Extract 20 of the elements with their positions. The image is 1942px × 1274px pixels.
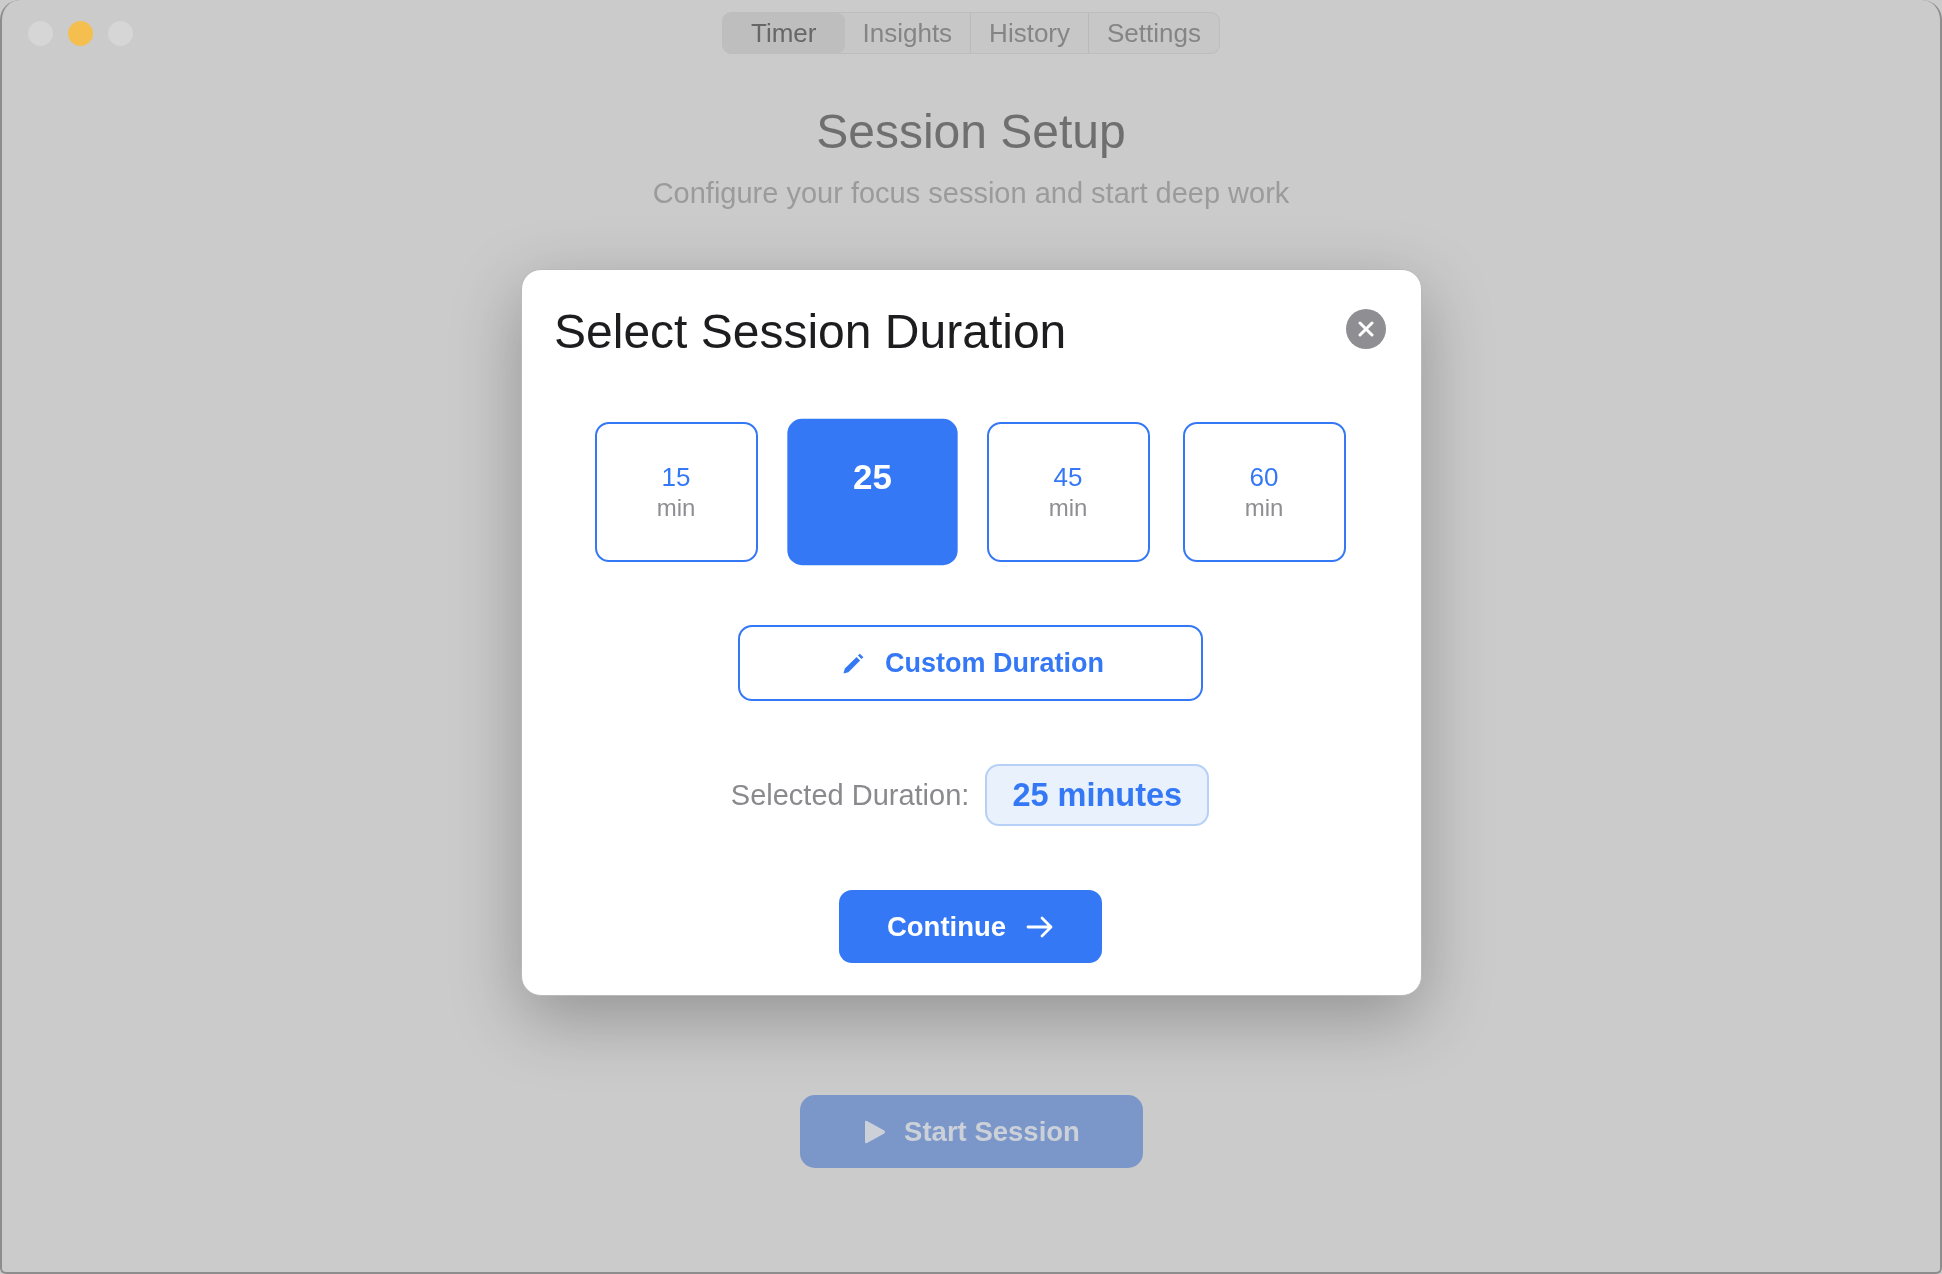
page-title: Session Setup — [816, 104, 1126, 160]
duration-option[interactable]: 45 min — [986, 422, 1150, 562]
duration-option[interactable]: 60 min — [1182, 422, 1346, 562]
close-button[interactable] — [1346, 309, 1386, 349]
pencil-icon — [842, 651, 865, 675]
arrow-right-icon — [1026, 914, 1054, 939]
close-icon — [1358, 321, 1374, 337]
continue-button[interactable]: Continue — [838, 890, 1102, 963]
custom-duration-button[interactable]: Custom Duration — [737, 625, 1203, 701]
tab[interactable]: Settings — [1088, 13, 1219, 53]
tab[interactable]: Timer — [723, 13, 845, 53]
tab[interactable]: Insights — [844, 13, 971, 53]
tab[interactable]: History — [970, 13, 1088, 53]
dialog-title: Select Session Duration — [554, 304, 1067, 360]
selected-duration-label: Selected Duration: — [730, 778, 970, 813]
play-icon — [862, 1118, 887, 1145]
duration-option[interactable]: 25 — [786, 418, 958, 566]
window-dot-icon[interactable] — [68, 20, 93, 46]
duration-option[interactable]: 15 min — [594, 422, 758, 562]
selected-duration-value: 25 minutes — [985, 764, 1210, 826]
